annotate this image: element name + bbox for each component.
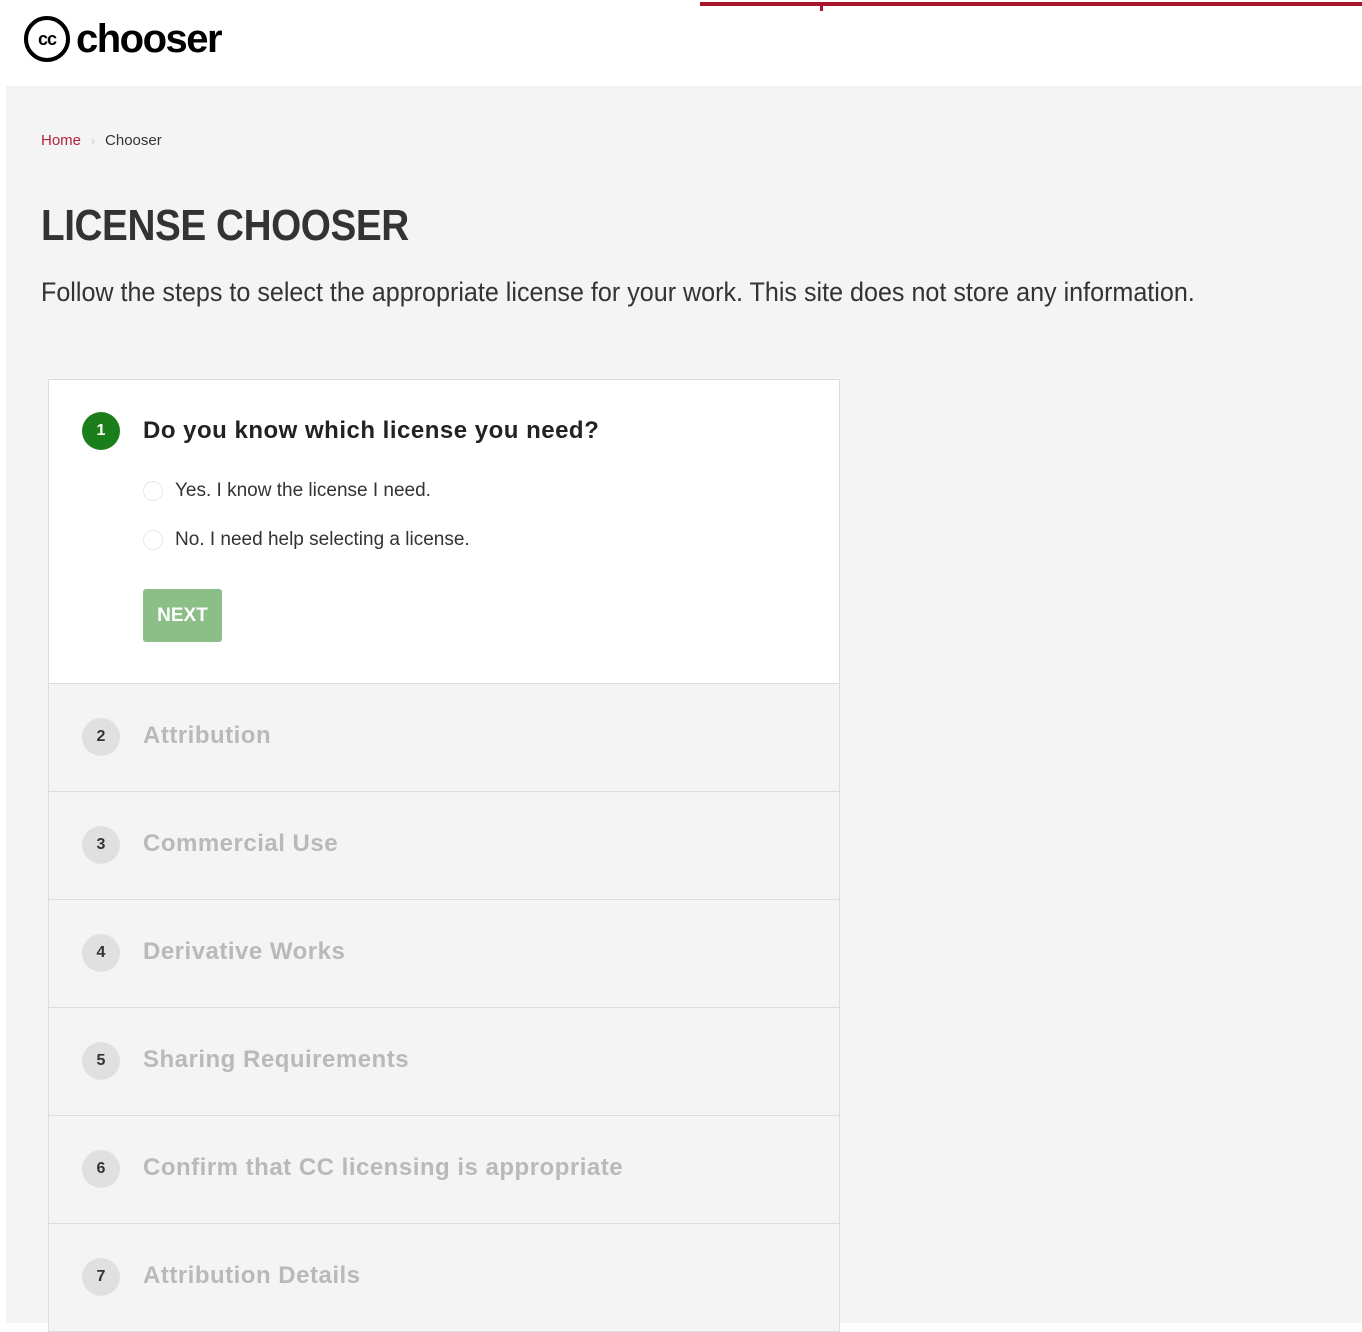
step-4-derivative-works[interactable]: 4 Derivative Works bbox=[48, 900, 840, 1008]
radio-no[interactable] bbox=[143, 530, 163, 550]
step-5-sharing-requirements[interactable]: 5 Sharing Requirements bbox=[48, 1008, 840, 1116]
breadcrumb: Home › Chooser bbox=[41, 132, 162, 149]
option-yes-label: Yes. I know the license I need. bbox=[175, 480, 431, 501]
breadcrumb-home-link[interactable]: Home bbox=[41, 132, 81, 149]
next-button[interactable]: NEXT bbox=[143, 589, 222, 642]
step-number-badge: 6 bbox=[82, 1150, 120, 1188]
breadcrumb-separator-icon: › bbox=[91, 133, 96, 148]
step-number-badge: 1 bbox=[82, 412, 120, 450]
step-title: Do you know which license you need? bbox=[143, 417, 600, 444]
page-title: LICENSE CHOOSER bbox=[41, 201, 409, 250]
step-title: Attribution Details bbox=[143, 1262, 361, 1289]
cc-chooser-logo[interactable]: cc chooser bbox=[24, 16, 223, 62]
step-title: Commercial Use bbox=[143, 830, 339, 857]
option-no-need-help[interactable]: No. I need help selecting a license. bbox=[143, 529, 470, 551]
header-accent-bar bbox=[700, 2, 1362, 11]
step-number-badge: 5 bbox=[82, 1042, 120, 1080]
radio-yes[interactable] bbox=[143, 481, 163, 501]
site-header: cc chooser bbox=[0, 0, 1362, 86]
step-title: Confirm that CC licensing is appropriate bbox=[143, 1154, 624, 1181]
breadcrumb-current: Chooser bbox=[105, 132, 162, 149]
step-1-license-known: 1 Do you know which license you need? Ye… bbox=[48, 379, 840, 684]
step-number-badge: 7 bbox=[82, 1258, 120, 1296]
logo-text: chooser bbox=[76, 17, 223, 61]
step-title: Sharing Requirements bbox=[143, 1046, 410, 1073]
step-3-commercial-use[interactable]: 3 Commercial Use bbox=[48, 792, 840, 900]
step-title: Attribution bbox=[143, 722, 272, 749]
step-number-badge: 3 bbox=[82, 826, 120, 864]
step-7-attribution-details[interactable]: 7 Attribution Details bbox=[48, 1224, 840, 1332]
main-content: Home › Chooser LICENSE CHOOSER Follow th… bbox=[6, 86, 1362, 1332]
cc-logo-icon: cc bbox=[24, 16, 70, 62]
accent-bar-tick bbox=[820, 2, 823, 11]
step-6-confirm-cc-licensing[interactable]: 6 Confirm that CC licensing is appropria… bbox=[48, 1116, 840, 1224]
option-no-label: No. I need help selecting a license. bbox=[175, 529, 470, 550]
step-number-badge: 4 bbox=[82, 934, 120, 972]
step-title: Derivative Works bbox=[143, 938, 346, 965]
page-intro: Follow the steps to select the appropria… bbox=[41, 277, 1195, 307]
step-number-badge: 2 bbox=[82, 718, 120, 756]
license-chooser-stepper: 1 Do you know which license you need? Ye… bbox=[48, 379, 840, 1332]
option-yes-know-license[interactable]: Yes. I know the license I need. bbox=[143, 480, 431, 502]
step-2-attribution[interactable]: 2 Attribution bbox=[48, 684, 840, 792]
